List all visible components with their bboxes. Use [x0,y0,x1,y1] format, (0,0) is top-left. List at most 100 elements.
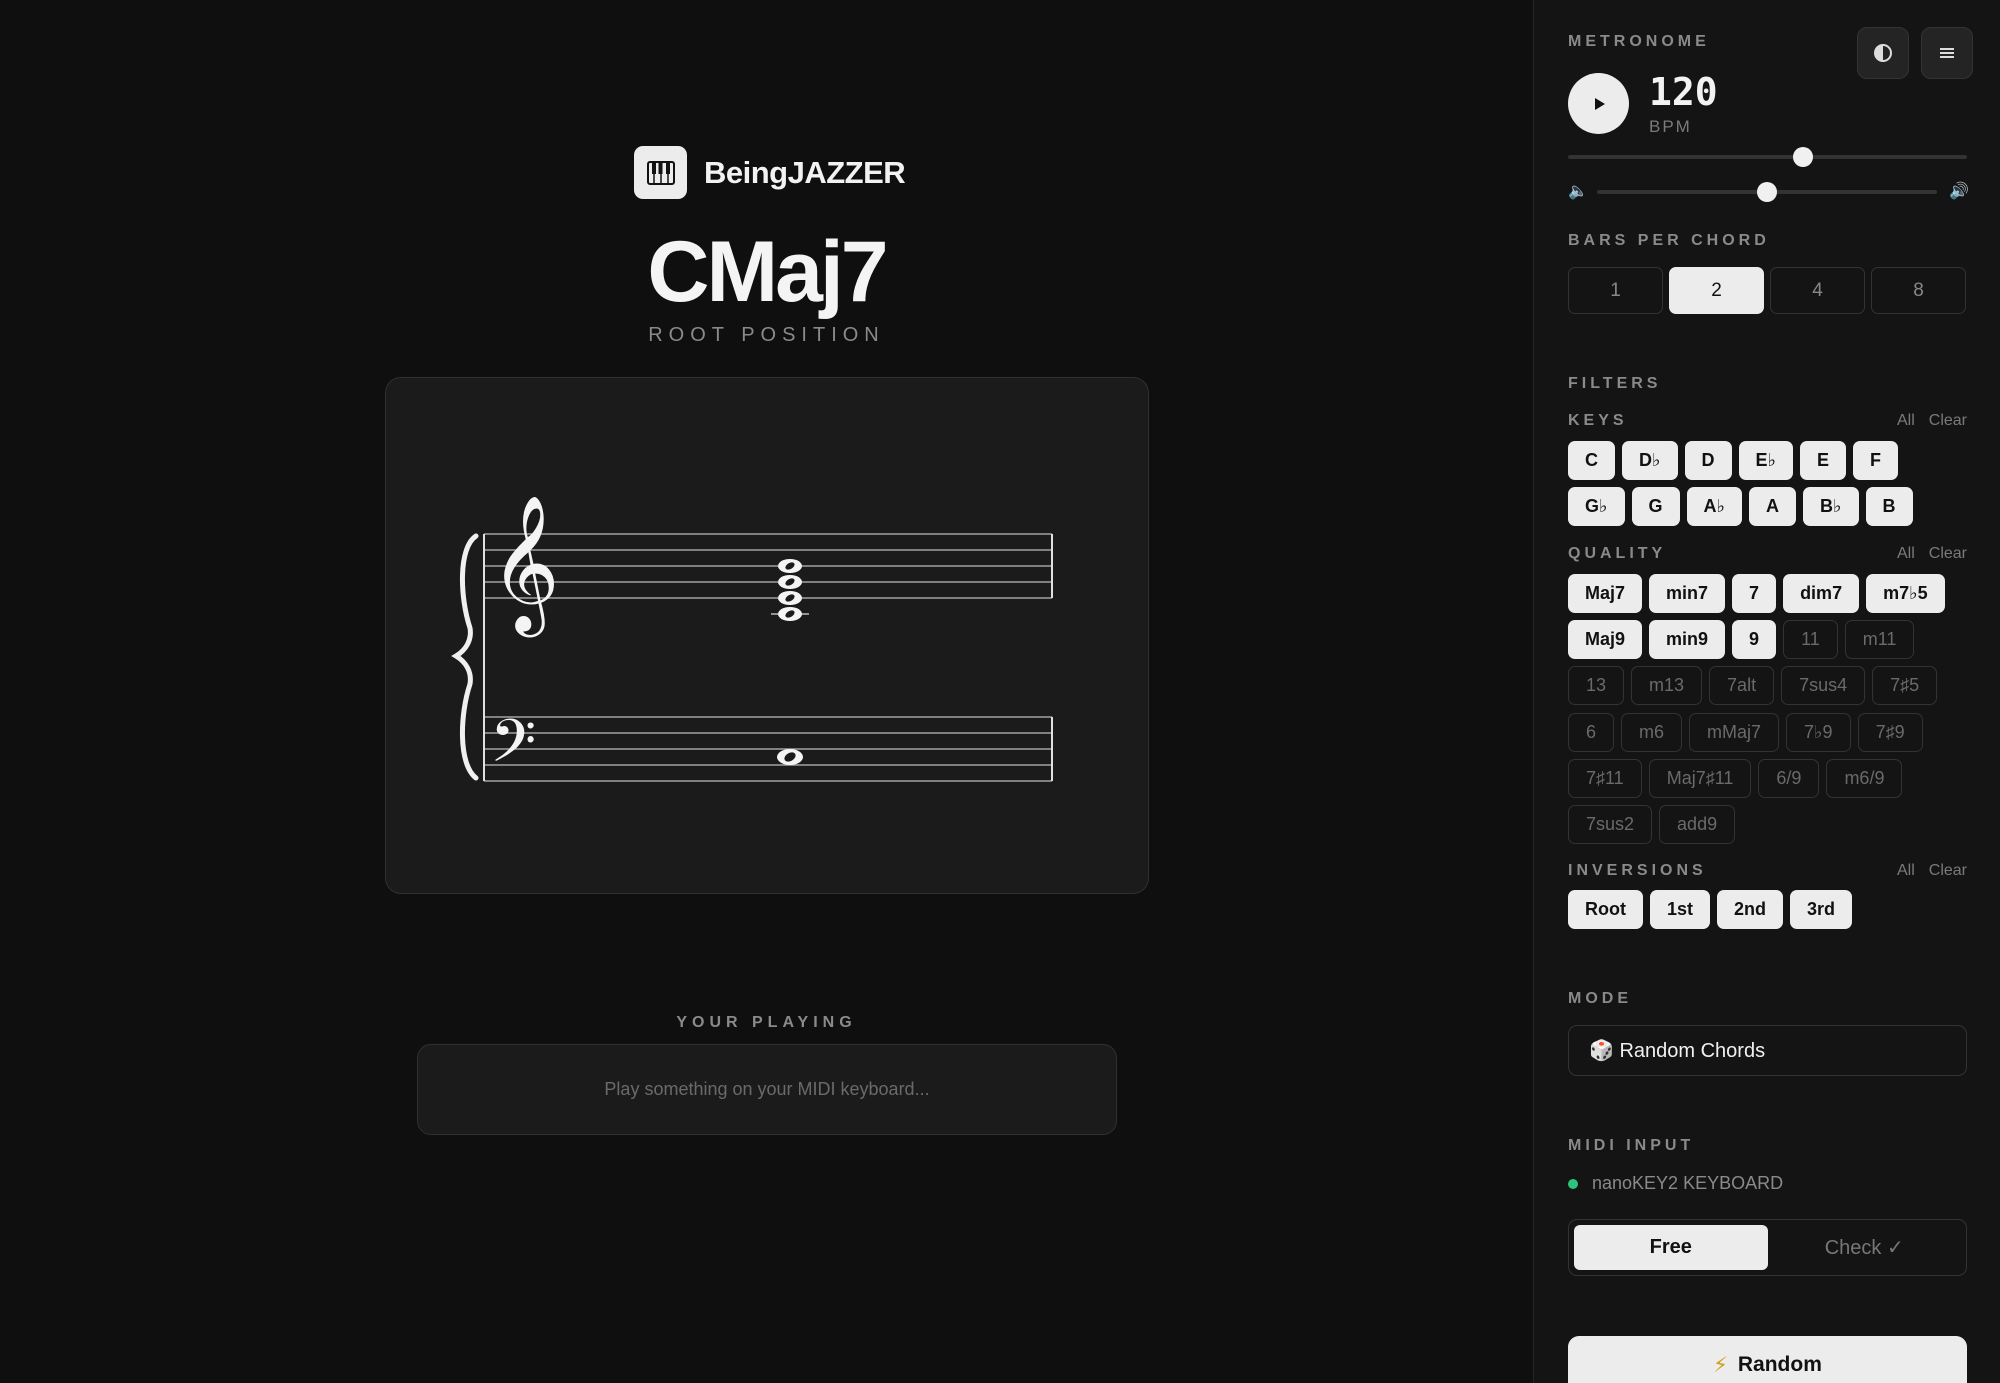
inversions-clear-link[interactable]: Clear [1929,862,1967,880]
key-chip[interactable]: D♭ [1622,441,1678,480]
quality-chip[interactable]: mMaj7 [1689,713,1780,752]
midi-mode-toggle: Free Check ✓ [1568,1219,1967,1276]
your-playing-label: YOUR PLAYING [676,1014,857,1031]
brace [451,533,479,781]
bars-option-4[interactable]: 4 [1770,267,1865,314]
volume-slider-thumb[interactable] [1757,182,1777,202]
keys-clear-link[interactable]: Clear [1929,412,1967,430]
keys-title: KEYS [1568,412,1628,429]
key-chip[interactable]: E♭ [1738,441,1793,480]
quality-chip[interactable]: Maj9 [1568,620,1643,659]
grand-staff: 𝄞 𝄢 [451,493,1053,790]
inversion-chip[interactable]: 3rd [1790,890,1853,929]
quality-chip[interactable]: 7♯5 [1872,666,1938,705]
quality-chip[interactable]: 7♯9 [1857,713,1923,752]
app: BeingJAZZER CMaj7 ROOT POSITION 𝄞 𝄢 YOUR… [0,0,2000,1383]
quality-chip[interactable]: 13 [1568,666,1625,705]
quality-chip[interactable]: 7♯11 [1568,759,1642,798]
key-chip[interactable]: A♭ [1686,487,1743,526]
quality-chip[interactable]: 6 [1568,713,1615,752]
play-icon [1594,97,1605,110]
midi-device-name: nanoKEY2 KEYBOARD [1592,1173,1784,1193]
key-chip[interactable]: F [1853,441,1899,480]
quality-chip[interactable]: 7sus2 [1568,805,1653,844]
quality-chip[interactable]: 9 [1732,620,1777,659]
quality-title: QUALITY [1568,545,1667,562]
random-button-label: Random [1737,1353,1822,1376]
chord-position: ROOT POSITION [648,324,885,346]
filters-title: FILTERS [1568,375,1662,392]
quality-row-5: 7♯11 Maj7♯11 6/9 m6/9 [1568,759,1903,798]
check-mode-option[interactable]: Check ✓ [1768,1225,1962,1270]
inversion-chip[interactable]: Root [1568,890,1643,929]
keys-all-link[interactable]: All [1897,412,1915,430]
quality-chip[interactable]: Maj7 [1568,574,1643,613]
quality-chip[interactable]: 6/9 [1758,759,1820,798]
quality-chip[interactable]: 7♭9 [1786,713,1851,752]
quality-chip[interactable]: min9 [1649,620,1726,659]
theme-toggle-button[interactable] [1857,27,1909,79]
hamburger-icon [1940,48,1954,58]
mode-title: MODE [1568,990,1632,1007]
key-chip[interactable]: B [1865,487,1913,526]
mode-select[interactable]: 🎲 Random Chords [1568,1025,1967,1076]
bars-option-8[interactable]: 8 [1871,267,1966,314]
quality-clear-link[interactable]: Clear [1929,545,1967,563]
inversions-title: INVERSIONS [1568,862,1707,879]
quality-chip[interactable]: m11 [1844,620,1915,659]
quality-chip[interactable]: 7 [1732,574,1777,613]
quality-row-6: 7sus2 add9 [1568,805,1736,844]
inversion-chip[interactable]: 1st [1649,890,1710,929]
bars-option-2[interactable]: 2 [1669,267,1764,314]
keys-links: All Clear [1897,412,1967,430]
keys-row-2: G♭ G A♭ A B♭ B [1568,487,1913,526]
quality-chip[interactable]: dim7 [1783,574,1860,613]
quality-chip[interactable]: Maj7♯11 [1648,759,1752,798]
keys-row-1: C D♭ D E♭ E F [1568,441,1899,480]
volume-high-icon: 🔊 [1949,183,1969,200]
quality-chip[interactable]: m6 [1621,713,1683,752]
metronome-title: METRONOME [1568,33,1710,50]
inversions-row: Root 1st 2nd 3rd [1568,890,1853,929]
quality-chip[interactable]: 7sus4 [1781,666,1866,705]
quality-row-3: 13 m13 7alt 7sus4 7♯5 [1568,666,1938,705]
metronome-play-button[interactable] [1568,73,1629,134]
key-chip[interactable]: G♭ [1568,487,1625,526]
free-mode-option[interactable]: Free [1574,1225,1768,1270]
quality-chip[interactable]: add9 [1659,805,1736,844]
inversion-chip[interactable]: 2nd [1717,890,1784,929]
quality-all-link[interactable]: All [1897,545,1915,563]
quality-row-1: Maj7 min7 7 dim7 m7♭5 [1568,574,1945,613]
inversions-all-link[interactable]: All [1897,862,1915,880]
tempo-slider[interactable] [1568,155,1967,159]
quality-row-2: Maj9 min9 9 11 m11 [1568,620,1915,659]
quality-chip[interactable]: min7 [1649,574,1726,613]
bars-per-chord-title: BARS PER CHORD [1568,232,1770,249]
random-button[interactable]: ⚡ Random [1568,1336,1967,1383]
volume-low-icon: 🔈 [1568,183,1588,200]
piano-icon [634,146,687,199]
quality-chip[interactable]: m7♭5 [1866,574,1945,613]
quality-row-4: 6 m6 mMaj7 7♭9 7♯9 [1568,713,1923,752]
key-chip[interactable]: A [1749,487,1797,526]
key-chip[interactable]: D [1684,441,1732,480]
key-chip[interactable]: E [1800,441,1847,480]
chord-name: CMaj7 [647,224,888,320]
lightning-icon: ⚡ [1713,1354,1728,1377]
key-chip[interactable]: C [1568,441,1615,480]
playing-placeholder: Play something on your MIDI keyboard... [604,1079,930,1099]
bpm-value: 120 [1649,70,1718,114]
menu-button[interactable] [1921,27,1973,79]
brand: BeingJAZZER [634,145,906,200]
bpm-unit: BPM [1649,117,1692,136]
quality-chip[interactable]: 7alt [1709,666,1775,705]
quality-chip[interactable]: m13 [1631,666,1703,705]
key-chip[interactable]: G [1631,487,1680,526]
key-chip[interactable]: B♭ [1803,487,1859,526]
quality-chip[interactable]: m6/9 [1826,759,1903,798]
main-area: BeingJAZZER CMaj7 ROOT POSITION 𝄞 𝄢 YOUR… [0,0,1533,1383]
bars-option-1[interactable]: 1 [1568,267,1663,314]
midi-status-dot [1568,1179,1578,1189]
contrast-icon [1874,44,1892,62]
quality-chip[interactable]: 11 [1783,620,1838,659]
